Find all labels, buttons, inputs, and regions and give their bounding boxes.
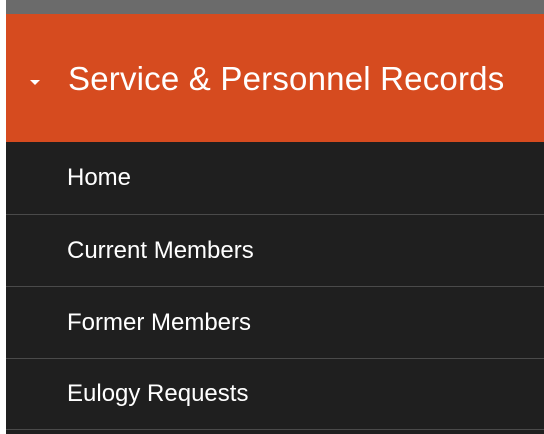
- section-item-list: Home Current Members Former Members Eulo…: [6, 142, 544, 430]
- nav-item-label: Former Members: [67, 308, 252, 336]
- nav-item-label: Home: [67, 164, 132, 191]
- section-toggle-service-personnel-records[interactable]: Service & Personnel Records: [6, 14, 544, 142]
- caret-down-icon: [30, 80, 40, 85]
- sidebar-nav-menu: Service & Personnel Records Home Current…: [6, 0, 544, 434]
- nav-item-current-members[interactable]: Current Members: [6, 214, 544, 286]
- nav-item-eulogy-requests[interactable]: Eulogy Requests: [6, 358, 544, 430]
- nav-item-former-members[interactable]: Former Members: [6, 286, 544, 358]
- nav-item-label: Eulogy Requests: [67, 380, 249, 407]
- section-title: Service & Personnel Records: [68, 60, 505, 97]
- top-divider-strip: [6, 0, 544, 14]
- nav-item-label: Current Members: [67, 236, 254, 264]
- nav-item-home[interactable]: Home: [6, 142, 544, 214]
